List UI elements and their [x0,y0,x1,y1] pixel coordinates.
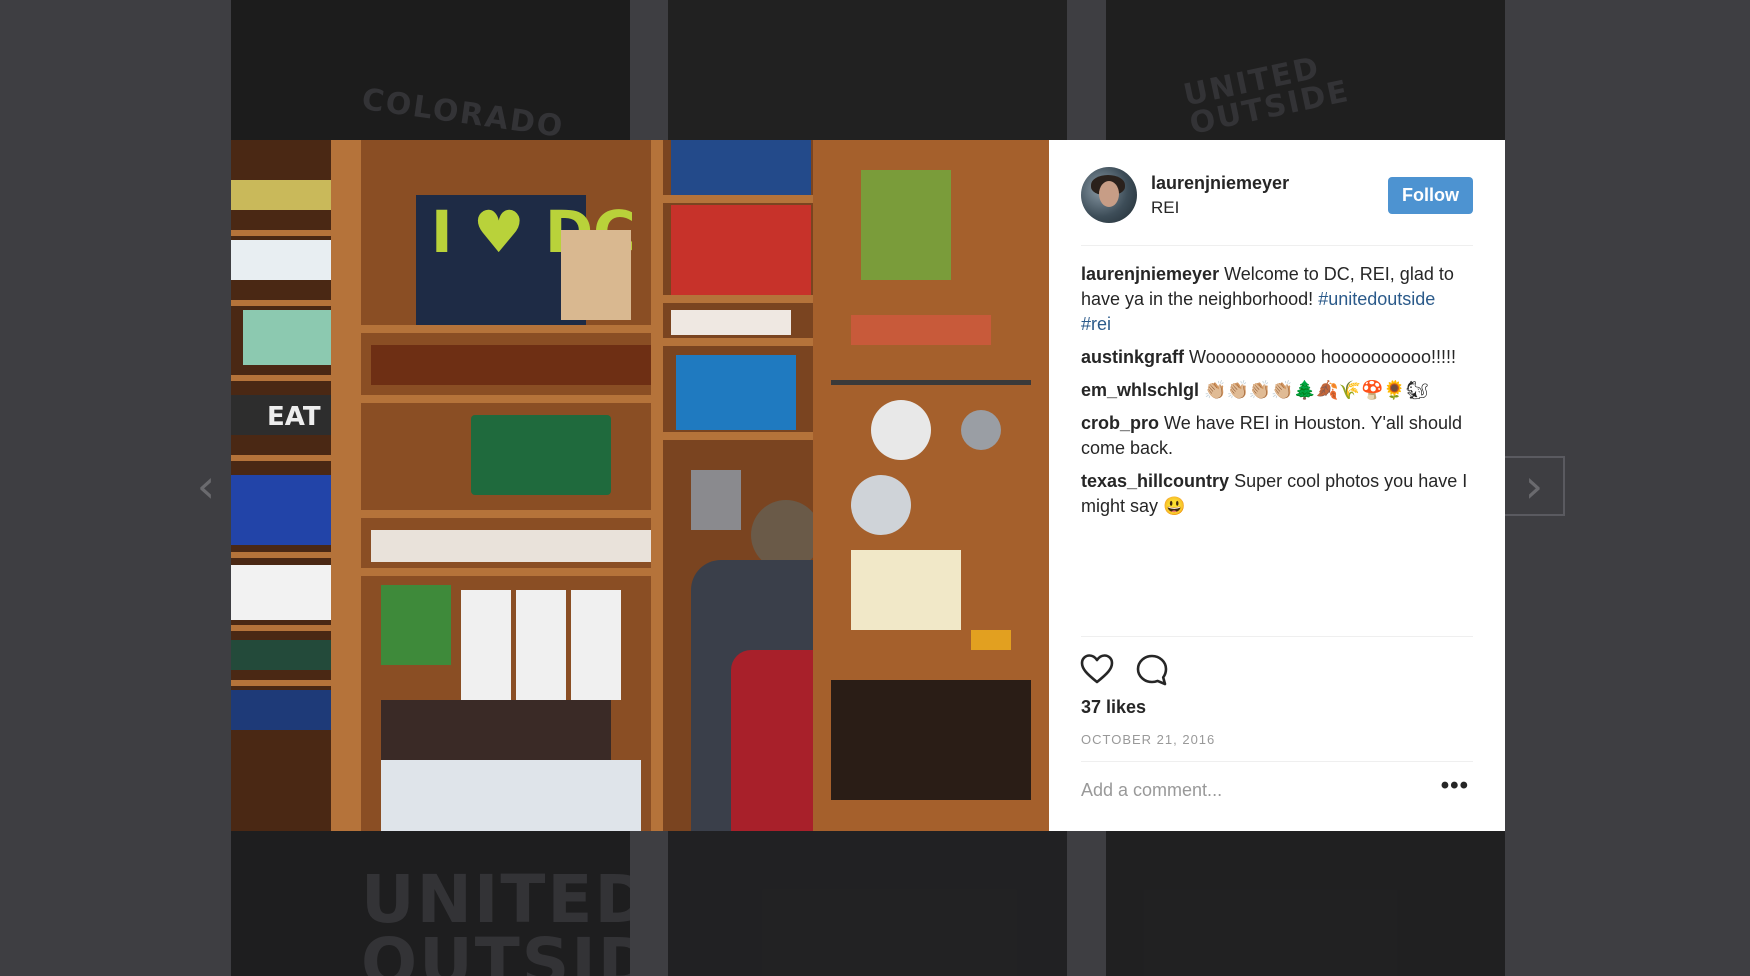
post-date: OCTOBER 21, 2016 [1081,732,1216,747]
comment-username[interactable]: em_whlschlgl [1081,380,1199,400]
post-photo[interactable]: EAT I ♥ DC [231,140,1049,831]
comment-list: laurenjniemeyer Welcome to DC, REI, glad… [1081,262,1469,527]
comment-bubble-icon[interactable] [1135,653,1169,692]
heart-icon[interactable] [1079,653,1115,692]
previous-arrow-icon[interactable]: ‹ [176,456,236,516]
follow-button[interactable]: Follow [1388,176,1473,214]
background-tile-5[interactable] [668,831,1067,976]
background-tile-2[interactable] [668,0,1067,140]
comment: austinkgraff Wooooooooooo hoooooooooo!!!… [1081,345,1469,370]
like-count[interactable]: 37 likes [1081,697,1146,718]
comment-text: 👏🏼👏🏼👏🏼👏🏼🌲🍂🌾🍄🌻🐿 [1204,380,1429,400]
comment-username[interactable]: texas_hillcountry [1081,471,1229,491]
background-tile-6[interactable] [1106,831,1505,976]
comment-username[interactable]: crob_pro [1081,413,1159,433]
background-tile-3[interactable]: UNITED OUTSIDE [1106,0,1505,140]
caption: laurenjniemeyer Welcome to DC, REI, glad… [1081,262,1469,337]
next-arrow-icon[interactable]: › [1505,456,1565,516]
comment: texas_hillcountry Super cool photos you … [1081,469,1469,519]
comment-username[interactable]: austinkgraff [1081,347,1184,367]
add-comment-input[interactable] [1081,780,1421,801]
post-details-panel: laurenjniemeyer REI Follow laurenjniemey… [1049,140,1505,831]
divider [1081,245,1473,246]
background-tile-4[interactable]: UNITED OUTSIDE [231,831,630,976]
comment: crob_pro We have REI in Houston. Y'all s… [1081,411,1469,461]
comment: em_whlschlgl 👏🏼👏🏼👏🏼👏🏼🌲🍂🌾🍄🌻🐿 [1081,378,1469,403]
background-tile-1[interactable]: COLORADO [231,0,630,140]
post-location[interactable]: REI [1151,198,1388,218]
comment-text: Wooooooooooo hoooooooooo!!!!! [1189,347,1456,367]
comment-username[interactable]: laurenjniemeyer [1081,264,1219,284]
eat-sign: EAT [267,402,321,432]
post-header: laurenjniemeyer REI Follow [1081,166,1473,224]
more-options-icon[interactable]: ••• [1441,772,1469,800]
action-bar [1079,653,1169,692]
divider [1081,636,1473,637]
divider [1081,761,1473,762]
avatar[interactable] [1081,167,1137,223]
post-username[interactable]: laurenjniemeyer [1151,173,1388,194]
post-modal: EAT I ♥ DC laurenjniemeyer REI Follow la… [231,140,1505,831]
